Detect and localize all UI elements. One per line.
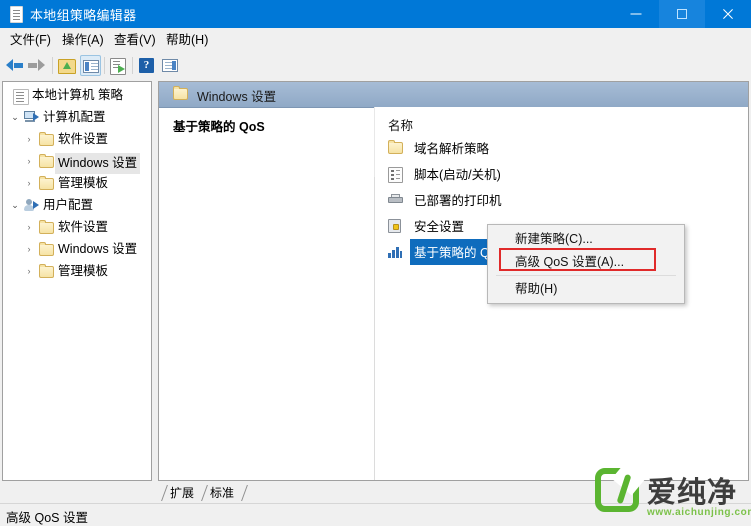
tree-node-local-computer-policy[interactable]: 本地计算机 策略 [3,86,151,105]
back-button[interactable] [6,55,27,76]
close-button[interactable] [705,0,751,28]
up-one-level-icon [58,59,76,74]
chevron-down-icon[interactable]: ⌄ [9,196,21,215]
forward-arrow-icon [28,59,45,72]
chevron-right-icon[interactable]: › [23,218,35,237]
console-root-icon [13,89,29,105]
tree-node-computer-configuration[interactable]: ⌄ 计算机配置 [3,108,151,127]
security-settings-icon [388,219,401,233]
highlight-annotation-box [499,248,656,271]
export-list-button[interactable] [108,55,129,76]
tree-node-user-administrative-templates[interactable]: › 管理模板 [3,262,151,281]
tree-label: Windows 设置 [58,242,138,256]
context-menu-item-help[interactable]: 帮助(H) [489,278,683,301]
list-item[interactable]: 脚本(启动/关机) [388,164,718,185]
chevron-right-icon[interactable]: › [23,262,35,281]
menu-help[interactable]: 帮助(H) [162,32,212,49]
script-icon [388,167,403,183]
tree-label: 用户配置 [43,198,94,212]
folder-icon [39,132,54,146]
show-hide-console-tree-icon [83,60,99,73]
tree-label: 软件设置 [58,220,109,234]
menu-action[interactable]: 操作(A) [58,32,108,49]
tree-label: 本地计算机 策略 [32,88,123,102]
tree-label: 软件设置 [58,132,109,146]
list-item[interactable]: 已部署的打印机 [388,190,718,211]
list-item-label: 安全设置 [414,220,465,234]
watermark-brand: 爱纯净 [647,475,738,509]
column-header-name: 名称 [388,119,414,133]
watermark: 爱纯净 www.aichunjing.com [589,458,751,523]
tree-label: 管理模板 [58,176,109,190]
chevron-down-icon[interactable]: ⌄ [9,108,21,127]
list-item-label: 脚本(启动/关机) [414,168,501,182]
tree-node-computer-windows-settings[interactable]: › Windows 设置 [3,152,151,174]
menu-view[interactable]: 查看(V) [110,32,160,49]
chevron-right-icon[interactable]: › [23,130,35,149]
details-pane-header-label: Windows 设置 [197,90,277,104]
folder-icon [39,220,54,234]
list-item-label: 域名解析策略 [414,142,490,156]
show-hide-action-pane-button[interactable] [160,55,181,76]
chevron-right-icon[interactable]: › [23,152,35,171]
forward-button[interactable] [28,55,49,76]
window-title: 本地组策略编辑器 [30,8,137,23]
list-item[interactable]: 域名解析策略 [388,138,718,159]
folder-icon [39,154,54,168]
tab-extended[interactable]: 扩展 [170,484,194,502]
tree-label: Windows 设置 [55,153,141,174]
maximize-button[interactable] [659,0,705,28]
folder-icon [39,176,54,190]
brand-logo-icon [595,458,649,512]
dns-policy-icon [388,140,403,154]
qos-icon [388,246,402,258]
tree-node-computer-administrative-templates[interactable]: › 管理模板 [3,174,151,193]
tree-label: 计算机配置 [43,110,106,124]
minimize-button[interactable] [613,0,659,28]
tree-node-user-configuration[interactable]: ⌄ 用户配置 [3,196,151,215]
toolbar: ? [0,52,751,80]
help-button[interactable]: ? [136,55,157,76]
show-hide-console-tree-button[interactable] [80,55,101,76]
watermark-url: www.aichunjing.com [647,507,751,518]
up-one-level-button[interactable] [56,55,77,76]
help-icon: ? [139,58,154,73]
export-list-icon [110,58,126,75]
tree-node-user-software-settings[interactable]: › 软件设置 [3,218,151,237]
back-arrow-icon [6,59,23,72]
selected-item-title: 基于策略的 QoS [173,120,265,134]
folder-icon [39,242,54,256]
tree-node-user-windows-settings[interactable]: › Windows 设置 [3,240,151,259]
status-bar-text: 高级 QoS 设置 [6,511,88,525]
list-item-label: 已部署的打印机 [414,194,502,208]
folder-icon [173,86,188,100]
title-bar: 本地组策略编辑器 [0,0,751,28]
tree-label: 管理模板 [58,264,109,278]
tree-node-computer-software-settings[interactable]: › 软件设置 [3,130,151,149]
tab-standard[interactable]: 标准 [210,484,234,502]
console-tree-pane[interactable]: 本地计算机 策略 ⌄ 计算机配置 › 软件设置 › Windows 设置 › 管 [2,81,152,481]
computer-config-icon [24,111,39,124]
menu-bar: 文件(F) 操作(A) 查看(V) 帮助(H) [0,28,751,53]
menu-file[interactable]: 文件(F) [6,32,55,49]
printer-icon [388,194,403,205]
folder-icon [39,264,54,278]
user-config-icon [24,199,39,212]
chevron-right-icon[interactable]: › [23,240,35,259]
app-icon [8,6,24,23]
show-hide-action-pane-icon [162,59,178,72]
details-pane-header: Windows 设置 [159,82,748,108]
chevron-right-icon[interactable]: › [23,174,35,193]
group-policy-editor-window: 本地组策略编辑器 文件(F) 操作(A) 查看(V) 帮助(H) ? 本地计算机… [0,0,751,526]
